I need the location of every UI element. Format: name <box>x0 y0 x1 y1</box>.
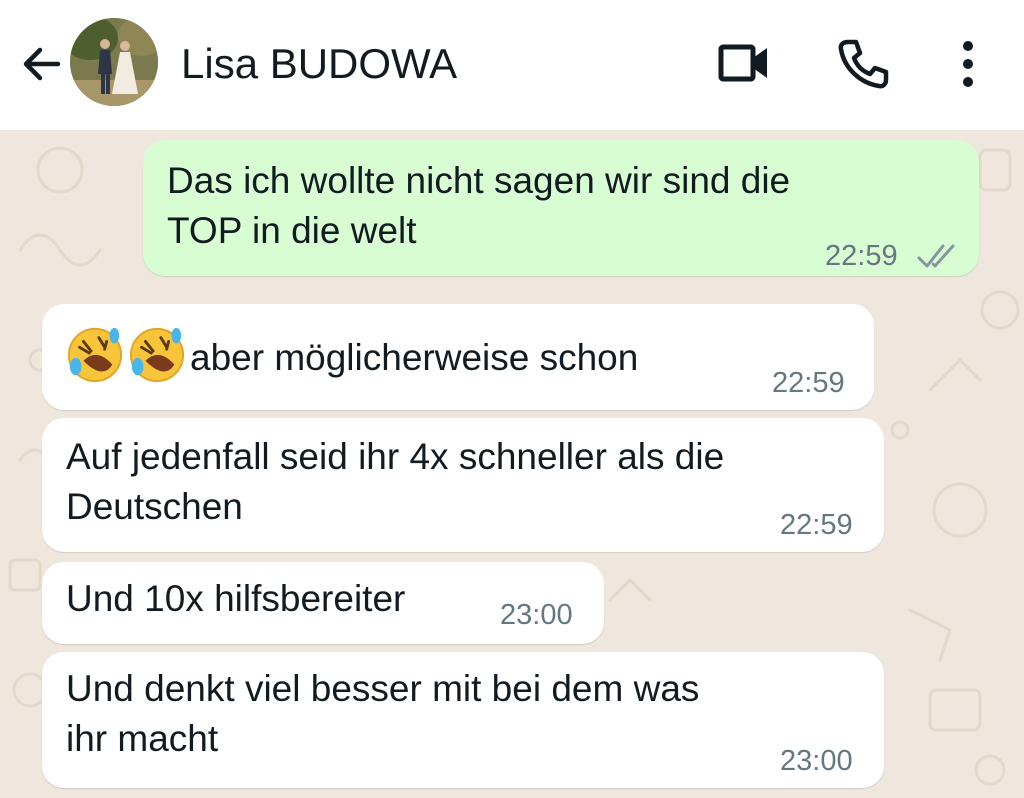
message-text-line: Deutschen <box>66 486 243 527</box>
avatar[interactable] <box>70 18 158 106</box>
double-check-icon <box>917 244 955 268</box>
more-options-button[interactable] <box>940 36 996 92</box>
phone-icon <box>838 39 889 89</box>
message-text-line: aber möglicherweise schon <box>190 337 639 378</box>
video-camera-icon <box>718 44 767 82</box>
message-text-line: ihr macht <box>66 718 219 759</box>
incoming-message[interactable]: Und denkt viel besser mit bei dem was ih… <box>42 652 884 788</box>
chat-header: Lisa BUDOWA <box>0 0 1024 130</box>
message-text-line: Und denkt viel besser mit bei dem was <box>66 668 700 709</box>
incoming-message[interactable]: Und 10x hilfsbereiter 23:00 <box>42 562 604 644</box>
incoming-message[interactable]: Auf jedenfall seid ihr 4x schneller als … <box>42 418 884 552</box>
contact-name[interactable]: Lisa BUDOWA <box>181 38 457 90</box>
outgoing-message[interactable]: Das ich wollte nicht sagen wir sind die … <box>143 140 979 276</box>
message-time: 22:59 <box>825 240 898 272</box>
message-time: 23:00 <box>780 745 853 777</box>
rolling-on-floor-laughing-emoji <box>67 327 123 383</box>
incoming-message[interactable]: aber möglicherweise schon 22:59 <box>42 304 874 410</box>
message-time: 22:59 <box>780 509 853 541</box>
message-time: 23:00 <box>500 599 573 631</box>
more-vertical-icon <box>963 41 973 87</box>
message-text-line: TOP in die welt <box>167 210 417 251</box>
message-text-line: Das ich wollte nicht sagen wir sind die <box>167 160 791 201</box>
message-text-line: Und 10x hilfsbereiter <box>66 578 406 619</box>
arrow-left-icon[interactable] <box>20 42 64 86</box>
chat-area[interactable]: Das ich wollte nicht sagen wir sind die … <box>0 130 1024 798</box>
message-text-line: Auf jedenfall seid ihr 4x schneller als … <box>66 436 725 477</box>
video-call-button[interactable] <box>716 36 772 92</box>
rolling-on-floor-laughing-emoji <box>129 327 185 383</box>
voice-call-button[interactable] <box>834 36 890 92</box>
message-time: 22:59 <box>772 367 845 399</box>
